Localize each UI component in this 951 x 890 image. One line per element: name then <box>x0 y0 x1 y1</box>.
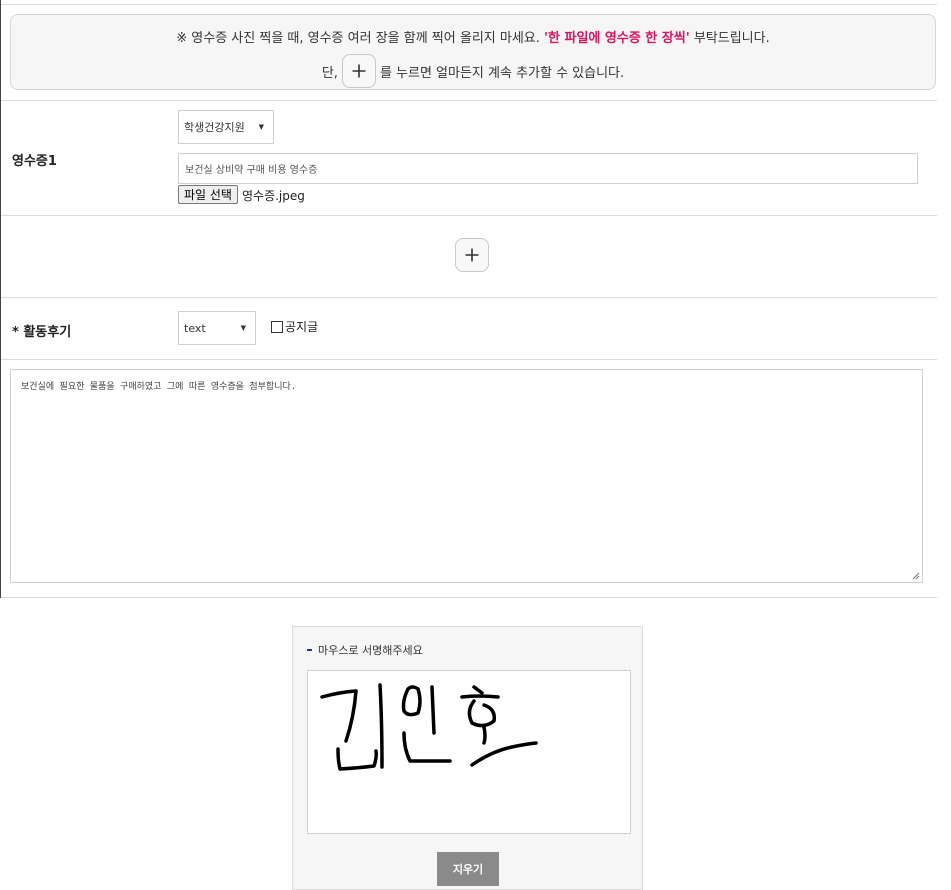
review-textarea[interactable]: 보건실에 필요한 물품을 구매하였고 그에 따른 영수증을 첨부합니다. <box>10 369 923 583</box>
selected-file-name: 영수증.jpeg <box>242 189 305 203</box>
divider <box>1 359 937 360</box>
signature-stroke <box>378 683 384 769</box>
chevron-down-icon: ▼ <box>240 324 246 332</box>
add-receipt-button[interactable] <box>455 238 489 272</box>
signature-stroke <box>336 747 378 771</box>
divider <box>1 597 937 598</box>
divider <box>1 100 937 101</box>
notice-line-2: 단, 를 누르면 얼마든지 계속 추가할 수 있습니다. <box>11 54 935 88</box>
resize-grip-icon[interactable] <box>912 572 920 580</box>
signature-panel: 마우스로 서명해주세요 지우기 <box>292 626 643 890</box>
signature-canvas[interactable] <box>307 670 631 834</box>
format-select-value: text <box>184 321 206 335</box>
notice-checkbox-wrap[interactable]: 공지글 <box>271 318 318 335</box>
chevron-down-icon: ▼ <box>258 123 264 131</box>
category-select[interactable]: 학생건강지원 ▼ <box>178 110 274 144</box>
signature-title: 마우스로 서명해주세요 <box>307 642 423 658</box>
review-label: * 활동후기 <box>12 325 72 340</box>
signature-drawing <box>320 683 538 771</box>
signature-stroke <box>472 685 484 695</box>
dash-icon <box>307 649 312 651</box>
signature-stroke <box>460 694 500 699</box>
receipt-notice-box: ※ 영수증 사진 찍을 때, 영수증 여러 장을 함께 찍어 올리지 마세요. … <box>10 14 936 90</box>
signature-stroke <box>320 689 358 743</box>
divider <box>1 215 937 216</box>
notice-checkbox[interactable] <box>271 320 283 333</box>
signature-stroke <box>402 731 452 763</box>
category-select-value: 학생건강지원 <box>184 121 245 134</box>
receipt-form: ※ 영수증 사진 찍을 때, 영수증 여러 장을 함께 찍어 올리지 마세요. … <box>0 0 937 598</box>
notice-line1-suffix: 부탁드립니다. <box>689 31 770 46</box>
signature-stroke <box>467 699 497 728</box>
signature-stroke <box>482 725 487 745</box>
plus-icon <box>465 248 479 262</box>
review-content: 보건실에 필요한 물품을 구매하였고 그에 따른 영수증을 첨부합니다. <box>21 382 297 392</box>
receipt-label: 영수증1 <box>12 154 57 169</box>
format-select[interactable]: text ▼ <box>178 311 256 345</box>
receipt-description-value: 보건실 상비약 구매 비용 영수증 <box>185 165 318 176</box>
notice-checkbox-label: 공지글 <box>285 320 319 334</box>
notice-plus-icon <box>341 54 376 88</box>
notice-line-1: ※ 영수증 사진 찍을 때, 영수증 여러 장을 함께 찍어 올리지 마세요. … <box>11 27 935 46</box>
signature-stroke <box>470 741 538 767</box>
top-divider <box>1 4 937 5</box>
notice-highlight: '한 파일에 영수증 한 장씩' <box>544 31 690 46</box>
receipt-description-input[interactable]: 보건실 상비약 구매 비용 영수증 <box>178 153 918 184</box>
divider <box>1 297 937 298</box>
file-select-button[interactable]: 파일 선택 <box>178 185 238 204</box>
plus-icon <box>352 64 366 78</box>
notice-line1-prefix: ※ 영수증 사진 찍을 때, 영수증 여러 장을 함께 찍어 올리지 마세요. <box>176 31 545 46</box>
signature-title-text: 마우스로 서명해주세요 <box>318 644 423 657</box>
signature-stroke <box>401 685 422 717</box>
notice-line2-prefix: 단, <box>321 65 338 81</box>
notice-line2-suffix: 를 누르면 얼마든지 계속 추가할 수 있습니다. <box>379 65 625 81</box>
clear-signature-button[interactable]: 지우기 <box>437 852 499 886</box>
signature-stroke <box>430 685 436 735</box>
